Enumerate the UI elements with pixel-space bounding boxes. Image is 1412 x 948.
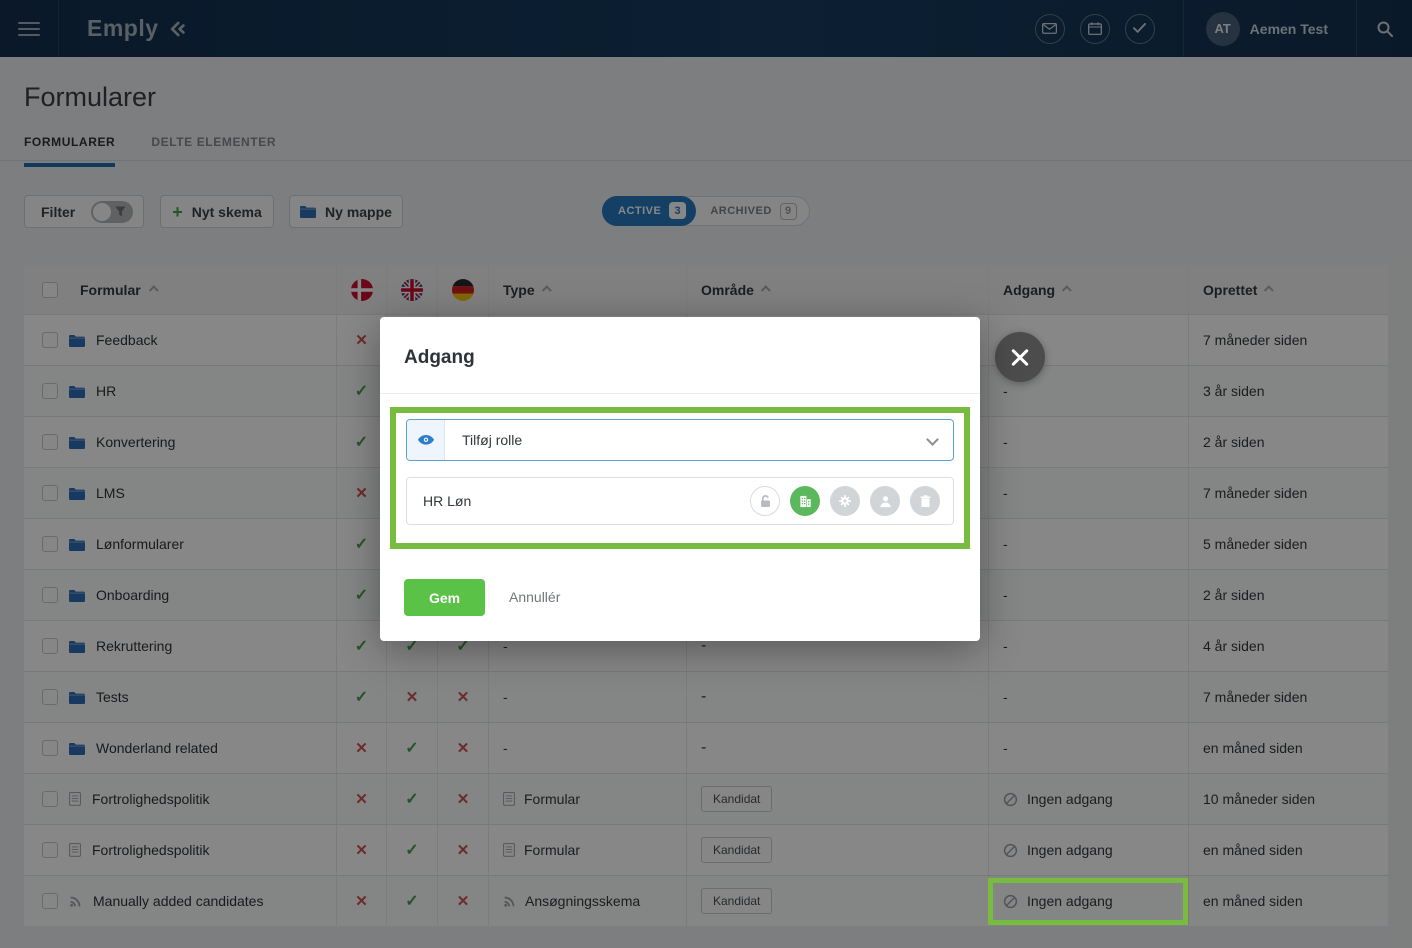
- chevron-down-icon: [926, 433, 939, 446]
- unlock-icon: [759, 494, 772, 509]
- building-icon: [799, 495, 812, 508]
- cancel-button[interactable]: Annullér: [509, 589, 560, 605]
- unlock-button[interactable]: [750, 486, 780, 516]
- gear-icon: [838, 494, 852, 508]
- role-row: HR Løn: [406, 477, 954, 525]
- eye-iconbox: [407, 420, 445, 460]
- role-name: HR Løn: [423, 493, 750, 509]
- eye-icon: [418, 435, 434, 445]
- user-access-button[interactable]: [870, 486, 900, 516]
- role-select-placeholder: Tilføj rolle: [462, 432, 522, 448]
- department-button[interactable]: [790, 486, 820, 516]
- modal-title: Adgang: [404, 347, 475, 369]
- close-icon[interactable]: [995, 332, 1045, 382]
- add-role-select[interactable]: Tilføj rolle: [406, 419, 954, 461]
- adgang-modal: Adgang Tilføj rolle HR Løn Gem Annullér: [380, 317, 980, 641]
- delete-role-button[interactable]: [910, 486, 940, 516]
- settings-button[interactable]: [830, 486, 860, 516]
- save-button[interactable]: Gem: [404, 579, 485, 616]
- person-icon: [879, 495, 892, 508]
- modal-divider: [380, 393, 980, 394]
- trash-icon: [920, 495, 931, 508]
